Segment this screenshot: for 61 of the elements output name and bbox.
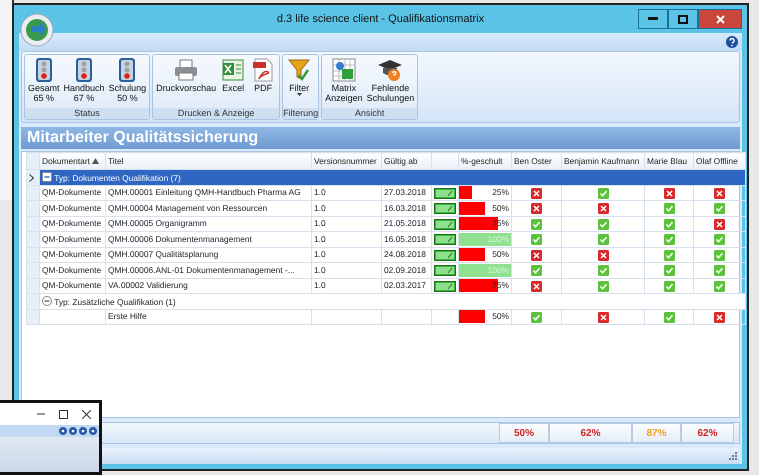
total-value: 62% [549,423,632,443]
group-title: Typ: Dokumenten Qualifikation (7) [54,172,181,183]
table-cell: 02.09.2018 [382,262,432,278]
column-header[interactable]: Gültig ab [382,152,432,170]
table-cell: QM-Dokumente [40,247,106,262]
table-cell: QMH.00004 Management von Ressourcen [106,200,312,216]
table-cell: 1.0 [312,262,382,278]
table-cell: QMH.00006.ANL-01 Dokumentenmanagement -... [106,262,312,278]
table-cell: 1.0 [312,247,382,262]
group-label: Ansicht [322,108,418,119]
table-cell: QMH.00001 Einleitung QMH-Handbuch Pharma AG [106,185,312,200]
ribbon-button[interactable]: Schulung 50 % [108,57,148,108]
window-title: d.3 life science client - Qualifikationsmatrix [276,12,484,27]
percent-text: 100% [486,232,510,246]
percent-text: 50% [491,248,510,262]
table-cell: QMH.00007 Qualitätsplanung [106,247,312,262]
column-header[interactable]: Dokumentart [40,152,106,170]
column-header[interactable]: Olaf Offline [694,152,746,170]
ribbon-button[interactable]: Filter [285,57,314,108]
ribbon-button[interactable]: Matrix Anzeigen [324,57,364,108]
group-label: Status [25,108,150,119]
ribbon-button[interactable]: Fehlende Schulungen [366,57,416,108]
total-value: 62% [681,423,734,443]
ribbon-button[interactable]: Druckvorschau [155,57,218,108]
table-cell: Erste Hilfe [106,309,312,324]
panel-title: Mitarbeiter Qualitätssicherung [21,127,740,149]
table-cell: 1.0 [312,216,382,232]
table-cell: QMH.00006 Dokumentenmanagement [106,232,312,247]
table-cell: QMH.00005 Organigramm [106,216,312,232]
table-cell: 1.0 [312,200,382,216]
table-cell: QM-Dokumente [40,232,106,247]
percent-text: 25% [491,186,510,200]
table-cell: 1.0 [312,185,382,200]
table-cell: 27.03.2018 [382,185,432,200]
table-cell: QM-Dokumente [40,185,106,200]
column-header[interactable]: Benjamin Kaufmann [562,152,644,170]
percent-text: 50% [491,202,510,215]
group-title: Typ: Zusätzliche Qualifikation (1) [54,296,176,307]
percent-text: 100% [486,264,510,277]
total-value: 87% [632,423,681,443]
percent-text: 50% [491,310,510,324]
ribbon-button[interactable]: Excel [219,57,248,108]
table-cell: 21.05.2018 [382,216,432,232]
group-label: Filterung [283,108,318,119]
table-cell: QM-Dokumente [40,200,106,216]
table-cell: 1.0 [312,232,382,247]
ribbon-button[interactable]: Gesamt 65 % [27,57,61,108]
group-label: Drucken & Anzeige [153,108,280,119]
column-header[interactable]: %-geschult [458,152,512,170]
column-header[interactable]: Marie Blau [644,152,694,170]
column-header[interactable]: Ben Oster [512,152,562,170]
table-cell: 16.03.2018 [382,200,432,216]
table-cell: 24.08.2018 [382,247,432,262]
column-header[interactable]: Versionsnummer [312,152,382,170]
ribbon-button[interactable]: Handbuch 67 % [62,57,106,108]
ribbon-button[interactable]: PDF [249,57,278,108]
table-cell: QM-Dokumente [40,216,106,232]
table-cell: QM-Dokumente [40,262,106,278]
total-value: 50% [499,423,549,443]
table-cell: 16.05.2018 [382,232,432,247]
column-header[interactable]: Titel [106,152,312,170]
